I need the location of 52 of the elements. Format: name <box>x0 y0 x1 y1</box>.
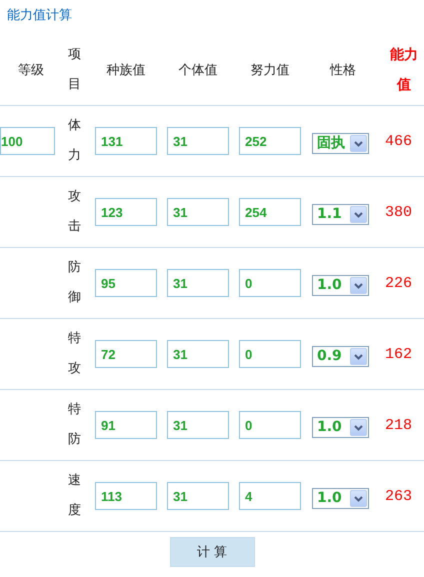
stat-label: 防御 <box>68 259 81 307</box>
iv-field[interactable]: 31 <box>167 411 229 439</box>
column-header: 种族值 <box>106 62 146 79</box>
nature-dropdown[interactable]: 1.1 <box>312 204 369 224</box>
chevron-down-icon <box>350 206 367 222</box>
column-header: 能力值 <box>390 46 418 95</box>
base-stat-field[interactable]: 113 <box>95 482 157 510</box>
stat-result: 466 <box>385 132 412 150</box>
stat-label: 特防 <box>68 401 81 449</box>
base-stat-field[interactable]: 72 <box>95 340 157 368</box>
stat-label: 攻击 <box>68 188 81 236</box>
ev-field[interactable]: 0 <box>239 411 301 439</box>
base-stat-field[interactable]: 91 <box>95 411 157 439</box>
ev-field[interactable]: 0 <box>239 269 301 297</box>
column-header: 性格 <box>328 62 357 79</box>
iv-field[interactable]: 31 <box>167 340 229 368</box>
stat-result: 263 <box>385 488 412 504</box>
base-stat-field[interactable]: 95 <box>95 269 157 297</box>
column-header: 努力值 <box>250 62 290 79</box>
stat-label: 特攻 <box>68 330 81 378</box>
nature-dropdown[interactable]: 1.0 <box>312 274 369 296</box>
column-header: 等级 <box>17 62 45 79</box>
chevron-down-icon <box>350 490 367 506</box>
level-field[interactable]: 100 <box>0 127 55 155</box>
stat-result: 218 <box>385 416 412 434</box>
chevron-down-icon <box>350 134 367 152</box>
nature-dropdown[interactable]: 1.0 <box>312 416 369 438</box>
column-header: 个体值 <box>178 62 218 79</box>
ev-field[interactable]: 4 <box>239 482 301 510</box>
stat-label: 体力 <box>68 117 81 165</box>
ev-field[interactable]: 252 <box>239 127 301 155</box>
ev-field[interactable]: 0 <box>239 340 301 368</box>
base-stat-field[interactable]: 123 <box>95 198 157 226</box>
page-title: 能力值计算 <box>7 7 72 24</box>
iv-field[interactable]: 31 <box>167 198 229 226</box>
nature-dropdown[interactable]: 固执 <box>312 132 369 154</box>
nature-dropdown[interactable]: 0.9 <box>312 346 369 366</box>
stat-result: 162 <box>385 346 412 362</box>
ev-field[interactable]: 254 <box>239 198 301 226</box>
iv-field[interactable]: 31 <box>167 482 229 510</box>
chevron-down-icon <box>350 276 367 294</box>
chevron-down-icon <box>350 418 367 436</box>
stat-result: 226 <box>385 274 412 292</box>
stat-result: 380 <box>385 204 412 220</box>
nature-dropdown[interactable]: 1.0 <box>312 488 369 508</box>
calculate-button[interactable]: 计 算 <box>170 537 254 567</box>
column-header: 项目 <box>68 46 81 94</box>
iv-field[interactable]: 31 <box>167 269 229 297</box>
stat-label: 速度 <box>68 472 81 520</box>
base-stat-field[interactable]: 131 <box>95 127 157 155</box>
iv-field[interactable]: 31 <box>167 127 229 155</box>
chevron-down-icon <box>350 348 367 364</box>
